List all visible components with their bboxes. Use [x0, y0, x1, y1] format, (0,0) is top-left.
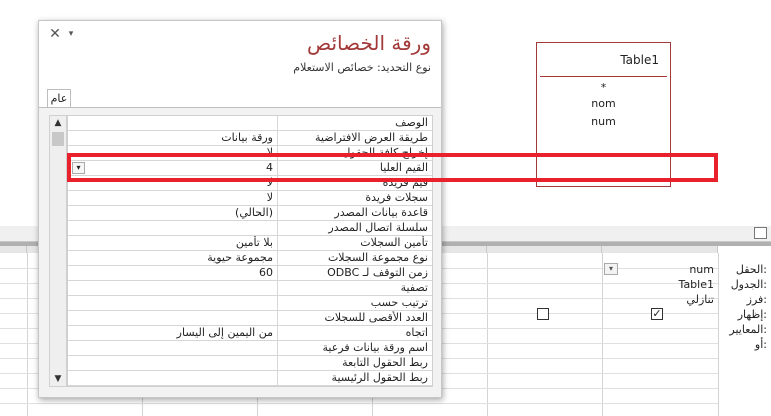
- property-scrollbar[interactable]: ▲ ▼: [49, 115, 67, 387]
- field-dropdown-button[interactable]: ▾: [604, 263, 618, 275]
- table1-title[interactable]: Table1: [540, 43, 667, 77]
- property-value[interactable]: لا: [68, 146, 278, 161]
- grid-table-cell[interactable]: Table1: [620, 278, 714, 291]
- property-label: ترتيب حسب: [370, 296, 428, 309]
- property-row[interactable]: الوصف: [68, 116, 432, 131]
- grid-col-header[interactable]: [487, 246, 602, 253]
- property-value[interactable]: ورقة بيانات: [68, 131, 278, 146]
- top-values-input[interactable]: 4: [68, 161, 278, 176]
- grid-sort-cell[interactable]: تنازلي: [620, 293, 714, 306]
- property-row[interactable]: ورقة بيانات طريقة العرض الافتراضية: [68, 131, 432, 146]
- property-value[interactable]: [68, 341, 278, 356]
- property-row-top-values[interactable]: 4 ▾ القيم العليا: [68, 161, 432, 176]
- property-sheet-title: ورقة الخصائص: [306, 31, 431, 55]
- property-label: ربط الحقول الرئيسية: [331, 371, 428, 384]
- grid-row-labels: الحقل: الجدول: فرز: إظهار: المعايير: أو:: [717, 262, 767, 352]
- grid-field-cell[interactable]: num: [620, 263, 714, 276]
- property-label: ربط الحقول التابعة: [342, 356, 428, 369]
- tab-general[interactable]: عام: [47, 89, 71, 108]
- tab-divider: [39, 107, 441, 108]
- property-row[interactable]: اسم ورقة بيانات فرعية: [68, 341, 432, 356]
- show-checkbox-unchecked[interactable]: [537, 308, 549, 320]
- property-value[interactable]: [68, 371, 278, 386]
- property-row[interactable]: سلسلة اتصال المصدر: [68, 221, 432, 236]
- property-row[interactable]: ربط الحقول الرئيسية: [68, 371, 432, 386]
- grid-col-header[interactable]: [0, 246, 27, 253]
- property-row[interactable]: لا قيم فريدة: [68, 176, 432, 191]
- grid-divider: [27, 253, 28, 416]
- show-checkbox-checked[interactable]: ✓: [651, 308, 663, 320]
- property-label: إخراج كافة الحقول: [342, 146, 428, 159]
- property-grid: الوصف ورقة بيانات طريقة العرض الافتراضية…: [67, 115, 433, 387]
- property-row[interactable]: مجموعة حيوية نوع مجموعة السجلات: [68, 251, 432, 266]
- property-label: طريقة العرض الافتراضية: [314, 131, 428, 144]
- scroll-up-icon[interactable]: ▲: [50, 116, 66, 130]
- splitter-box[interactable]: [754, 227, 767, 239]
- property-value[interactable]: [68, 311, 278, 326]
- grid-col-header[interactable]: [602, 246, 718, 253]
- property-value[interactable]: [68, 356, 278, 371]
- property-row[interactable]: لا إخراج كافة الحقول: [68, 146, 432, 161]
- property-label: تصفية: [400, 281, 428, 294]
- field-nom[interactable]: nom: [537, 95, 670, 113]
- property-label: قاعدة بيانات المصدر: [334, 206, 428, 219]
- property-sheet-header: ✕ ▾ ورقة الخصائص نوع التحديد: خصائص الاس…: [39, 21, 441, 108]
- close-icon[interactable]: ✕: [48, 27, 62, 41]
- property-value[interactable]: (الحالي): [68, 206, 278, 221]
- property-value[interactable]: مجموعة حيوية: [68, 251, 278, 266]
- property-row[interactable]: ترتيب حسب: [68, 296, 432, 311]
- scroll-thumb[interactable]: [52, 132, 64, 146]
- row-label-sort: فرز:: [746, 293, 767, 306]
- property-row[interactable]: من اليمين إلى اليسار اتجاه: [68, 326, 432, 341]
- property-label: سجلات فريدة: [365, 191, 428, 204]
- grid-divider: [487, 253, 488, 416]
- property-label: نوع مجموعة السجلات: [327, 251, 428, 264]
- property-value[interactable]: [68, 221, 278, 236]
- property-label: اتجاه: [405, 326, 428, 339]
- table1-field-list[interactable]: Table1 * nom num: [536, 42, 671, 187]
- property-value[interactable]: [68, 296, 278, 311]
- grid-divider: [602, 253, 603, 416]
- property-label: زمن التوقف لـ ODBC: [327, 266, 428, 279]
- row-label-criteria: المعايير:: [729, 323, 767, 336]
- property-value[interactable]: 60: [68, 266, 278, 281]
- property-label: اسم ورقة بيانات فرعية: [322, 341, 428, 354]
- scroll-down-icon[interactable]: ▼: [50, 372, 66, 386]
- property-row[interactable]: العدد الأقصى للسجلات: [68, 311, 432, 326]
- property-value[interactable]: بلا تأمين: [68, 236, 278, 251]
- property-label: سلسلة اتصال المصدر: [328, 221, 428, 234]
- grid-row-line: [0, 403, 718, 404]
- selection-type-label: نوع التحديد: خصائص الاستعلام: [293, 61, 431, 74]
- row-label-table: الجدول:: [730, 278, 767, 291]
- property-row[interactable]: بلا تأمين تأمين السجلات: [68, 236, 432, 251]
- property-row[interactable]: تصفية: [68, 281, 432, 296]
- field-all[interactable]: *: [537, 81, 670, 95]
- property-row[interactable]: ربط الحقول التابعة: [68, 356, 432, 371]
- row-label-show: إظهار:: [737, 308, 767, 321]
- property-label: القيم العليا: [379, 161, 428, 174]
- property-row[interactable]: لا سجلات فريدة: [68, 191, 432, 206]
- property-label: الوصف: [395, 116, 428, 129]
- property-value[interactable]: من اليمين إلى اليسار: [68, 326, 278, 341]
- property-value[interactable]: لا: [68, 176, 278, 191]
- top-values-dropdown-icon[interactable]: ▾: [72, 162, 85, 174]
- field-num[interactable]: num: [537, 113, 670, 131]
- chevron-down-icon[interactable]: ▾: [65, 27, 77, 41]
- row-label-or: أو:: [754, 338, 767, 351]
- property-value[interactable]: [68, 281, 278, 296]
- property-sheet: ✕ ▾ ورقة الخصائص نوع التحديد: خصائص الاس…: [38, 20, 442, 398]
- property-label: تأمين السجلات: [360, 236, 428, 249]
- property-label: العدد الأقصى للسجلات: [324, 311, 428, 324]
- property-value[interactable]: [68, 116, 278, 131]
- row-label-field: الحقل:: [735, 263, 767, 276]
- property-label: قيم فريدة: [382, 176, 428, 189]
- property-value[interactable]: لا: [68, 191, 278, 206]
- property-row[interactable]: (الحالي) قاعدة بيانات المصدر: [68, 206, 432, 221]
- property-row[interactable]: 60 زمن التوقف لـ ODBC: [68, 266, 432, 281]
